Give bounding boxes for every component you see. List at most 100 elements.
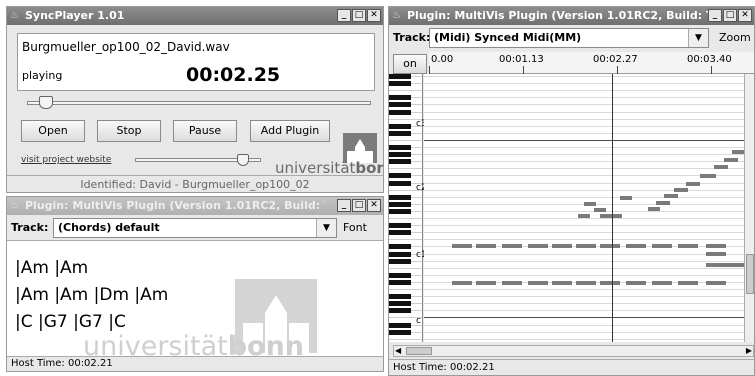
horizontal-scrollbar-thumb[interactable] xyxy=(406,347,432,355)
position-slider-thumb[interactable] xyxy=(39,96,53,109)
midi-note xyxy=(626,244,646,248)
grid-row-line xyxy=(424,260,746,262)
status-panel: Burgmueller_op100_02_David.wav playing 0… xyxy=(17,33,375,91)
midi-track-select[interactable]: (Midi) Synced Midi(MM) ▼ xyxy=(429,28,709,48)
midi-note xyxy=(706,244,726,248)
midi-note xyxy=(578,214,590,218)
midi-note xyxy=(724,158,738,162)
position-slider-track xyxy=(27,101,371,105)
maximize-button[interactable]: □ xyxy=(352,199,366,212)
grid-row-line xyxy=(424,118,746,120)
black-key xyxy=(389,322,411,328)
midi-plugin-titlebar[interactable]: ♨ Plugin: MultiVis Plugin (Version 1.01R… xyxy=(389,7,754,25)
position-slider[interactable] xyxy=(27,96,371,110)
maximize-button[interactable]: □ xyxy=(352,9,366,22)
project-website-link[interactable]: visit project website xyxy=(21,155,111,165)
grid-row-line xyxy=(424,310,746,312)
grid-row-line xyxy=(424,324,746,326)
file-name: Burgmueller_op100_02_David.wav xyxy=(22,40,230,54)
grid-row-line xyxy=(424,161,746,163)
on-button[interactable]: on xyxy=(393,54,427,74)
grid-row-line xyxy=(424,289,746,290)
white-key-divider xyxy=(389,239,422,241)
black-key xyxy=(389,74,411,79)
midi-note xyxy=(528,281,548,285)
midi-note xyxy=(502,244,522,248)
chord-toolbar: Track: (Chords) default ▼ Font xyxy=(7,215,383,241)
pause-button[interactable]: Pause xyxy=(173,120,237,142)
volume-slider[interactable] xyxy=(135,154,261,166)
white-key-divider xyxy=(389,289,422,290)
track-label: Track: xyxy=(393,31,431,44)
window-title: Plugin: MultiVis Plugin (Version 1.01RC2… xyxy=(407,9,712,22)
chevron-down-icon[interactable]: ▼ xyxy=(316,219,336,237)
syncplayer-titlebar[interactable]: ♨ SyncPlayer 1.01 _ □ ✕ xyxy=(7,7,383,25)
black-key xyxy=(389,272,411,278)
grid-row-line xyxy=(424,267,746,269)
white-key-divider xyxy=(389,139,422,141)
black-key xyxy=(389,258,411,264)
minimize-button[interactable]: _ xyxy=(337,9,351,22)
maximize-button[interactable]: □ xyxy=(723,9,737,22)
midi-note xyxy=(476,244,496,248)
black-key xyxy=(389,95,411,101)
midi-note xyxy=(528,244,548,248)
black-key xyxy=(389,251,411,257)
black-key xyxy=(389,294,411,300)
vertical-scrollbar[interactable] xyxy=(744,74,754,342)
minimize-button[interactable]: _ xyxy=(337,199,351,212)
window-title: SyncPlayer 1.01 xyxy=(25,9,125,22)
playhead xyxy=(612,74,613,342)
identified-text: Identified: David - Burgmueller_op100_02 xyxy=(80,178,310,191)
grid-row-line xyxy=(424,210,746,212)
black-key xyxy=(389,194,411,200)
close-button[interactable]: ✕ xyxy=(367,9,381,22)
grid-row-line xyxy=(424,132,746,134)
zoom-button[interactable]: Zoom xyxy=(719,31,751,44)
grid-row-line xyxy=(424,147,746,148)
chord-plugin-titlebar[interactable]: ♨ Plugin: MultiVis Plugin (Version 1.01R… xyxy=(7,197,383,215)
chevron-down-icon[interactable]: ▼ xyxy=(688,29,708,47)
midi-note xyxy=(452,281,472,285)
add-plugin-button[interactable]: Add Plugin xyxy=(250,120,330,142)
grid-row-line xyxy=(424,296,746,298)
close-button[interactable]: ✕ xyxy=(367,199,381,212)
black-key xyxy=(389,130,411,136)
black-key xyxy=(389,223,411,229)
black-key xyxy=(389,301,411,307)
tick-mark xyxy=(429,66,430,74)
status-bar: Host Time: 00:02.21 xyxy=(7,356,383,371)
octave-label: c xyxy=(416,316,421,326)
chord-track-select[interactable]: (Chords) default ▼ xyxy=(53,218,337,238)
scroll-right-icon[interactable]: ▶ xyxy=(746,346,752,356)
vertical-scrollbar-thumb[interactable] xyxy=(746,254,754,294)
chord-display: |Am |Am |Am |Am |Dm |Am |C |G7 |G7 |C xyxy=(15,255,168,336)
chord-line: |Am |Am |Dm |Am xyxy=(15,285,169,305)
midi-note xyxy=(664,194,678,198)
midi-note xyxy=(656,201,670,205)
font-button[interactable]: Font xyxy=(343,221,367,234)
midi-note xyxy=(576,244,596,248)
grid-row-line xyxy=(424,196,746,198)
horizontal-scrollbar[interactable]: ◀ ▶ xyxy=(393,345,754,357)
play-state: playing xyxy=(22,69,63,82)
midi-note xyxy=(706,281,726,285)
midi-note xyxy=(678,244,698,248)
white-key-divider xyxy=(389,90,422,92)
black-key xyxy=(389,230,411,236)
selected-track: (Midi) Synced Midi(MM) xyxy=(434,31,582,44)
java-cup-icon: ♨ xyxy=(10,10,19,21)
timeline-ruler: 0.00 00:01.13 00:02.27 00:03.40 xyxy=(429,52,754,74)
grid-row-line xyxy=(424,104,746,106)
scroll-left-icon[interactable]: ◀ xyxy=(395,346,401,356)
chord-line: |C |G7 |G7 |C xyxy=(15,312,126,332)
grid-row-line xyxy=(424,218,746,219)
minimize-button[interactable]: _ xyxy=(708,9,722,22)
open-button[interactable]: Open xyxy=(21,120,85,142)
volume-slider-thumb[interactable] xyxy=(237,154,249,166)
black-key xyxy=(389,159,411,165)
grid-row-line xyxy=(424,168,746,170)
midi-note xyxy=(600,244,620,248)
close-button[interactable]: ✕ xyxy=(738,9,752,22)
stop-button[interactable]: Stop xyxy=(97,120,161,142)
